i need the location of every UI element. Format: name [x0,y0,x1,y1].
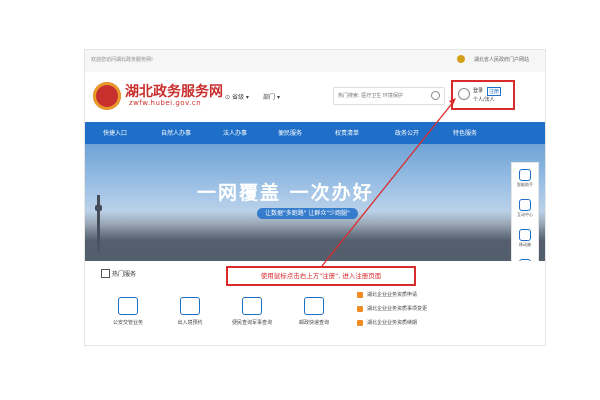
site-header: 湖北政务服务网 zwfw.hubei.gov.cn ⊙ 省级 ▾ 部门 ▾ 登录… [85,72,545,122]
service-label: 出入境预约 [177,320,203,326]
search-input[interactable] [338,90,426,101]
hero-banner[interactable]: 一网覆盖 一次办好 让数据"多跑路" 让群众"少跑腿" [85,144,545,263]
delivery-truck-icon [304,297,324,315]
national-emblem-icon [457,55,465,63]
section-title: 热门服务 [112,271,137,278]
main-nav: 快捷入口 自然人办事 法人办事 便民服务 权责清单 政务公开 特色服务 [85,122,545,144]
nav-item-gov-open[interactable]: 政务公开 [395,128,419,137]
legal-person-label: 个人/法人 [473,97,495,103]
document-icon [242,297,262,315]
banner-slogan: 一网覆盖 一次办好 [197,182,374,204]
register-link[interactable]: 注册 [487,87,502,96]
service-label: 便民查询军事查询 [231,320,272,326]
notice-list: 湖北企业业务资质申请 湖北企业业务资质事项变更 湖北企业业务资质续期 [357,289,507,331]
service-item[interactable]: 出入境预约 [165,297,215,326]
bullet-icon [357,320,363,326]
sidefloat-item-assistant[interactable]: 智能助手 [512,169,538,188]
service-item[interactable]: 便民查询军事查询 [227,297,277,326]
browser-page: 欢迎您访问湖北政务服务网! 湖北省人民政府门户网站 湖北政务服务网 zwfw.h… [85,50,545,345]
nav-item-featured[interactable]: 特色服务 [453,128,477,137]
banner-subtitle: 让数据"多跑路" 让群众"少跑腿" [257,208,358,219]
service-item[interactable]: 邮政快递查询 [289,297,339,326]
search-icon[interactable] [431,91,440,100]
service-label: 邮政快递查询 [298,320,329,326]
site-logo-icon[interactable] [93,82,121,110]
site-name[interactable]: 湖北政务服务网 [125,81,223,101]
list-item[interactable]: 湖北企业业务资质续期 [357,317,507,331]
police-car-icon [118,297,138,315]
chevron-down-icon: ▾ [245,94,249,101]
login-link[interactable]: 登录 [473,87,483,94]
list-item-text: 湖北企业业务资质申请 [367,292,418,298]
top-bar: 欢迎您访问湖北政务服务网! 湖北省人民政府门户网站 [85,50,545,73]
phone-icon [519,229,531,241]
search-box [333,87,445,105]
nav-item-convenience[interactable]: 便民服务 [278,128,302,137]
nav-item-individual[interactable]: 自然人办事 [161,128,191,137]
sidefloat-label: 互动中心 [517,212,533,217]
nav-item-legal-person[interactable]: 法人办事 [223,128,247,137]
sidefloat-item-mobile[interactable]: 移动端 [512,229,538,248]
login-register-box[interactable]: 登录 注册 个人/法人 [451,80,515,110]
list-item-text: 湖北企业业务资质续期 [367,320,418,326]
service-label: 公安交管业务 [112,320,143,326]
list-item[interactable]: 湖北企业业务资质事项变更 [357,303,507,317]
home-icon [101,269,110,278]
chat-icon [519,199,531,211]
nav-item-quick-entry[interactable]: 快捷入口 [103,128,127,137]
annotation-callout: 使用鼠标点击右上方"注册", 进入注册页面 [226,266,416,286]
site-url: zwfw.hubei.gov.cn [129,99,202,107]
department-label: 部门 [263,94,276,101]
gov-portal-link[interactable]: 湖北省人民政府门户网站 [474,56,529,63]
chevron-down-icon: ▾ [276,94,280,101]
region-label: 省级 [231,94,244,101]
service-item[interactable]: 公安交管业务 [103,297,153,326]
nav-item-responsibility[interactable]: 权责清单 [335,128,359,137]
department-selector[interactable]: 部门 ▾ [263,92,280,101]
sidefloat-item-interaction[interactable]: 互动中心 [512,199,538,218]
list-item-text: 湖北企业业务资质事项变更 [367,306,428,312]
bullet-icon [357,292,363,298]
welcome-text: 欢迎您访问湖北政务服务网! [91,57,154,63]
sidefloat-label: 移动端 [519,242,531,247]
robot-icon [519,169,531,181]
list-item[interactable]: 湖北企业业务资质申请 [357,289,507,303]
region-selector[interactable]: ⊙ 省级 ▾ [225,92,249,101]
bullet-icon [357,306,363,312]
user-icon [458,88,470,100]
sidefloat-label: 智能助手 [517,182,533,187]
passport-icon [180,297,200,315]
location-pin-icon: ⊙ [225,94,231,101]
